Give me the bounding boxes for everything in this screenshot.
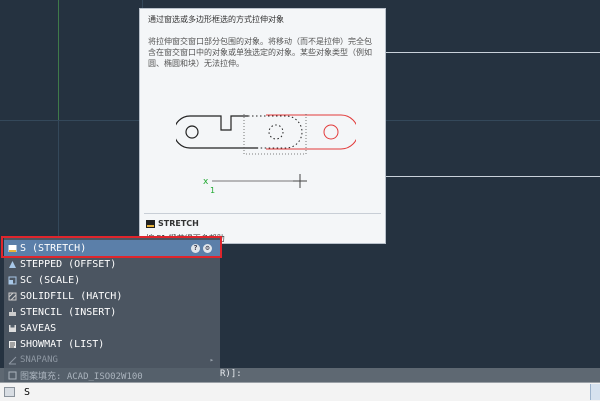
- insert-icon: [9, 307, 16, 316]
- autocomplete-item-label: STENCIL (INSERT): [20, 306, 117, 318]
- saveas-icon: [9, 324, 16, 332]
- stretch-command-icon: [146, 219, 155, 228]
- scrollbar-handle[interactable]: [590, 384, 600, 400]
- autocomplete-item-stencil[interactable]: STENCIL (INSERT): [4, 304, 220, 320]
- stretch-illustration: x 1: [176, 114, 356, 195]
- tooltip-command: STRETCH: [146, 218, 199, 229]
- autocomplete-actions: ? ⚙: [191, 240, 212, 256]
- autocomplete-item-stretch[interactable]: S (STRETCH) ? ⚙: [4, 240, 220, 256]
- autocomplete-item-label: SHOWMAT (LIST): [20, 338, 105, 350]
- autocomplete-item-label: SC (SCALE): [20, 274, 81, 286]
- command-history-text: R)]:: [220, 369, 242, 379]
- help-button[interactable]: ?: [191, 243, 200, 253]
- drawing-line: [386, 176, 600, 177]
- snapang-icon: [8, 356, 17, 364]
- autocomplete-item-showmat[interactable]: SHOWMAT (LIST): [4, 336, 220, 352]
- offset-icon: [9, 260, 16, 268]
- ucs-axis: [58, 0, 59, 120]
- tooltip-divider: [144, 213, 381, 214]
- command-history: 图案填充: ACAD_ISO02W100 R)]:: [0, 368, 600, 382]
- history-autocomplete-label: 图案填充: ACAD_ISO02W100: [20, 371, 143, 382]
- hatch-icon: [8, 292, 17, 300]
- autocomplete-list: S (STRETCH) ? ⚙ STEPPED (OFFSET) SC (SCA…: [4, 238, 220, 368]
- expand-arrow-icon: ▸: [209, 356, 214, 364]
- autocomplete-item-label: SAVEAS: [20, 322, 57, 334]
- history-autocomplete-item[interactable]: 图案填充: ACAD_ISO02W100: [4, 368, 220, 382]
- autocomplete-item-scale[interactable]: SC (SCALE): [4, 272, 220, 288]
- tooltip-title: 通过窗选或多边形框选的方式拉伸对象: [148, 15, 284, 24]
- list-icon: [9, 340, 16, 348]
- stretch-icon: [8, 244, 17, 252]
- autocomplete-item-label: SNAPANG: [20, 355, 58, 365]
- autocomplete-item-snapang[interactable]: SNAPANG ▸: [4, 352, 220, 368]
- gear-icon[interactable]: ⚙: [203, 243, 212, 253]
- command-input[interactable]: [24, 385, 564, 399]
- command-line: [0, 382, 600, 401]
- autocomplete-item-solidfill[interactable]: SOLIDFILL (HATCH): [4, 288, 220, 304]
- tooltip-description: 将拉伸窗交窗口部分包围的对象。将移动（而不是拉伸）完全包含在窗交窗口中的对象或单…: [148, 37, 372, 68]
- autocomplete-item-label: S (STRETCH): [20, 242, 87, 254]
- autocomplete-item-label: STEPPED (OFFSET): [20, 258, 117, 270]
- tooltip-command-name: STRETCH: [158, 219, 199, 228]
- autocomplete-item-label: SOLIDFILL (HATCH): [20, 290, 123, 302]
- command-tooltip: 通过窗选或多边形框选的方式拉伸对象 将拉伸窗交窗口部分包围的对象。将移动（而不是…: [139, 8, 386, 244]
- autocomplete-item-stepped[interactable]: STEPPED (OFFSET): [4, 256, 220, 272]
- svg-text:x: x: [203, 177, 209, 187]
- hatch-pattern-icon: [8, 371, 17, 379]
- scale-icon: [8, 276, 17, 284]
- command-line-icon[interactable]: [4, 387, 15, 397]
- illustration-label: 1: [210, 186, 215, 195]
- autocomplete-item-saveas[interactable]: SAVEAS: [4, 320, 220, 336]
- drawing-line: [386, 52, 600, 53]
